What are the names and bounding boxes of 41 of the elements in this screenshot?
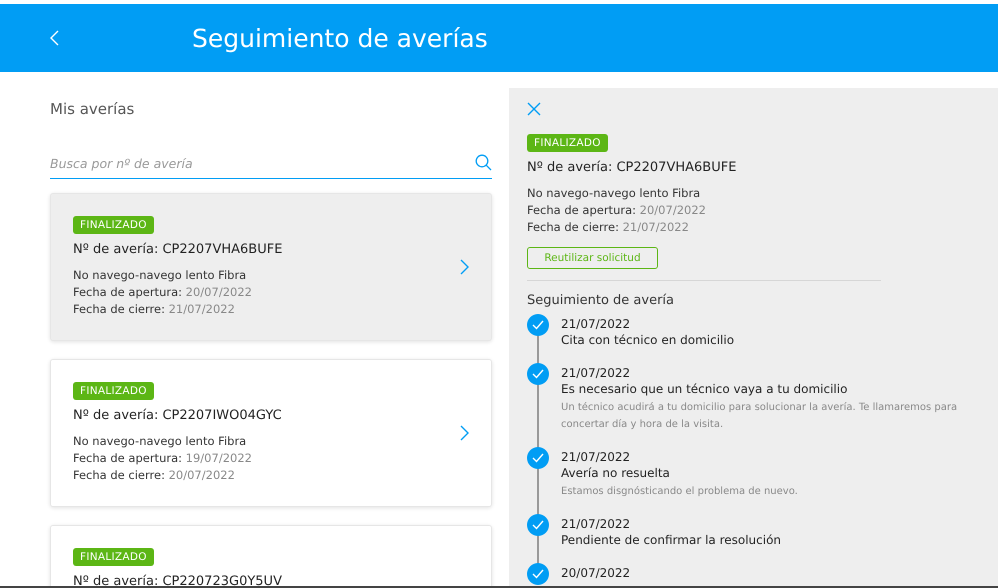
fault-number: Nº de avería: CP2207VHA6BUFE xyxy=(73,242,282,257)
page-title: Seguimiento de averías xyxy=(192,24,488,52)
fault-number: Nº de avería: CP2207VHA6BUFE xyxy=(527,160,736,175)
step-date: 20/07/2022 xyxy=(561,565,630,581)
opening-date: Fecha de apertura: 19/07/2022 xyxy=(73,450,252,467)
tracking-title: Seguimiento de avería xyxy=(527,293,676,308)
search-icon[interactable] xyxy=(475,154,492,171)
close-icon xyxy=(527,102,541,116)
step-note: Estamos disgnósticando el problema de nuevo. xyxy=(561,485,798,499)
closing-date: Fecha de cierre: 21/07/2022 xyxy=(527,219,689,236)
chevron-right-icon xyxy=(459,259,469,275)
back-icon xyxy=(50,30,60,46)
step-note: Un técnico acudirá a tu domicilio para solucionar la avería. Te llamaremos para concertar día y hora de la visita. xyxy=(561,401,958,432)
search-field[interactable]: Busca por nº de avería xyxy=(50,148,492,179)
step-date: 21/07/2022 xyxy=(561,449,632,465)
closing-date: Fecha de cierre: 21/07/2022 xyxy=(73,301,235,318)
fault-description: No navego-navego lento Fibra xyxy=(73,267,246,284)
status-badge: FINALIZADO xyxy=(527,134,608,152)
step-title: Avería no resuelta xyxy=(561,465,671,482)
fault-number: Nº de avería: CP220723G0Y5UV xyxy=(73,574,282,586)
fault-number: Nº de avería: CP2207IWO04GYC xyxy=(73,408,282,423)
fault-card[interactable]: FINALIZADO Nº de avería: CP2207IWO04GYC No navego-navego lento Fibra Fecha de apertura: 19/07/2022 Fecha de cierre: 20/07/2022 xyxy=(50,359,492,507)
step-date: 21/07/2022 xyxy=(561,316,632,332)
step-date: 21/07/2022 xyxy=(561,365,632,381)
step-title: Es necesario que un técnico vaya a tu domicilio xyxy=(561,381,848,398)
status-badge: FINALIZADO xyxy=(73,548,154,566)
section-title: Mis averías xyxy=(50,100,136,118)
opening-date: Fecha de apertura: 20/07/2022 xyxy=(73,284,252,301)
closing-date: Fecha de cierre: 20/07/2022 xyxy=(73,467,235,484)
chevron-right-icon xyxy=(459,425,469,441)
fault-card[interactable]: FINALIZADO Nº de avería: CP220723G0Y5UV xyxy=(50,525,492,586)
status-badge: FINALIZADO xyxy=(73,382,154,400)
fault-description: No navego-navego lento Fibra xyxy=(527,185,700,202)
fault-card[interactable]: FINALIZADO Nº de avería: CP2207VHA6BUFE No navego-navego lento Fibra Fecha de apertura: 20/07/2022 Fecha de cierre: 21/07/2022 xyxy=(50,193,492,341)
fault-description: No navego-navego lento Fibra xyxy=(73,433,246,450)
step-title: Pendiente de confirmar la resolución xyxy=(561,532,782,549)
close-button[interactable] xyxy=(527,102,541,116)
opening-date: Fecha de apertura: 20/07/2022 xyxy=(527,202,706,219)
status-badge: FINALIZADO xyxy=(73,216,154,234)
step-date: 21/07/2022 xyxy=(561,516,632,532)
step-title: Cita con técnico en domicilio xyxy=(561,332,734,349)
